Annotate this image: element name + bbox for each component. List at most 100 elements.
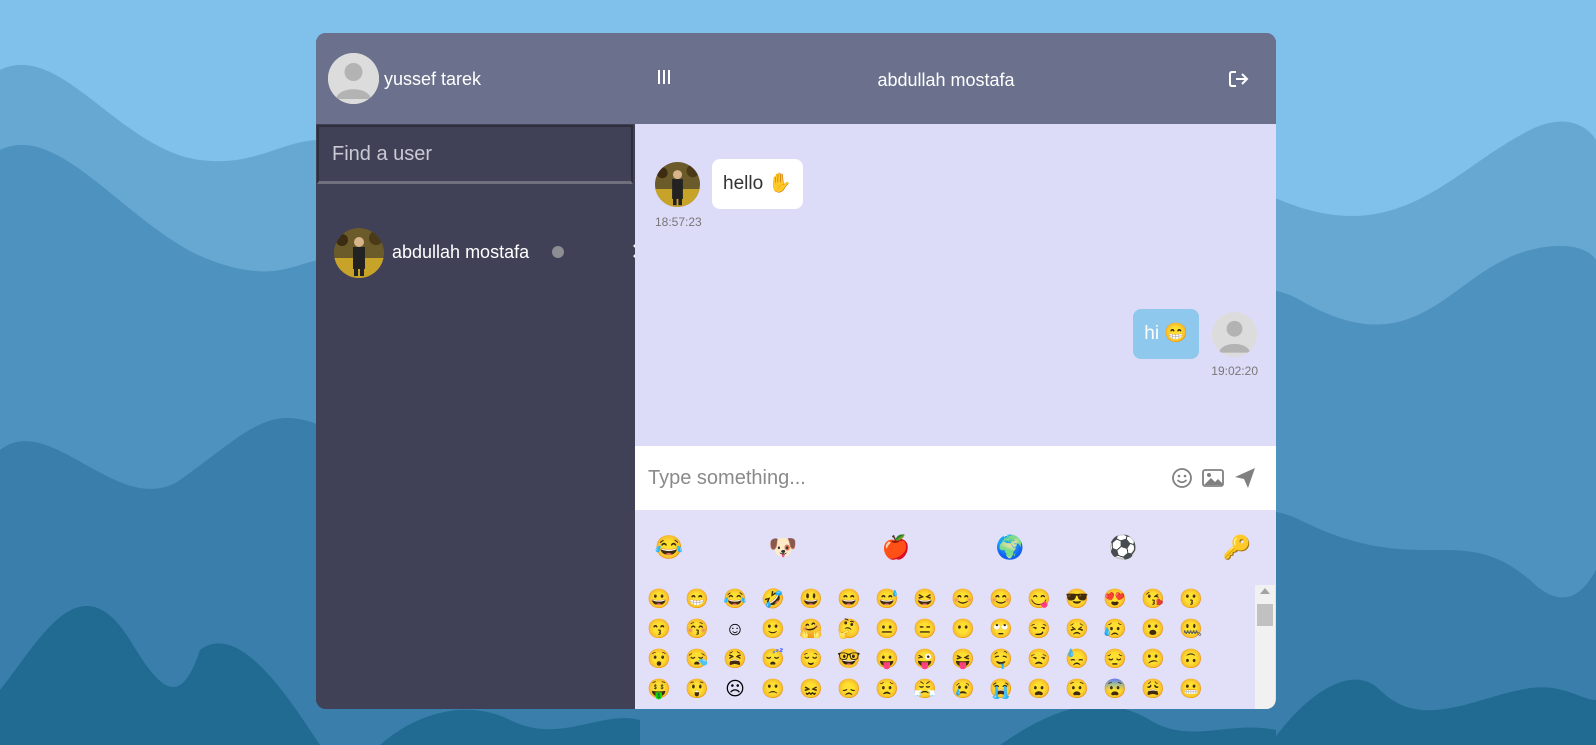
emoji-cell[interactable]: ☺ (716, 615, 754, 645)
emoji-cell[interactable]: 😖 (792, 675, 830, 705)
emoji-cell[interactable]: 😧 (1058, 675, 1096, 705)
emoji-cell[interactable]: 😦 (1020, 675, 1058, 705)
emoji-cell[interactable]: 😫 (716, 645, 754, 675)
emoji-row: 😀 😁 😂 🤣 😃 😄 😅 😆 😊 😊 😋 😎 😍 😘 😗 (640, 585, 1250, 615)
image-icon[interactable] (1201, 466, 1225, 490)
emoji-category-tab[interactable]: 🐶 (768, 532, 798, 562)
current-user-avatar[interactable] (328, 53, 379, 104)
message-timestamp: 19:02:20 (1211, 364, 1258, 378)
emoji-cell[interactable]: 🙂 (754, 615, 792, 645)
default-avatar-icon (328, 53, 379, 104)
emoji-cell[interactable]: 😮 (1134, 615, 1172, 645)
emoji-category-tab[interactable]: 🔑 (1222, 532, 1252, 562)
emoji-cell[interactable]: 😍 (1096, 585, 1134, 615)
emoji-cell[interactable]: 😣 (1058, 615, 1096, 645)
emoji-category-tab[interactable]: ⚽ (1108, 532, 1138, 562)
sender-avatar (655, 162, 700, 207)
emoji-scrollbar[interactable] (1255, 585, 1275, 709)
emoji-cell[interactable]: 😃 (792, 585, 830, 615)
emoji-cell[interactable]: 😶 (944, 615, 982, 645)
emoji-cell[interactable]: 😜 (906, 645, 944, 675)
emoji-icon[interactable] (1170, 466, 1194, 490)
emoji-category-tab[interactable]: 😂 (654, 532, 684, 562)
emoji-cell[interactable]: 😭 (982, 675, 1020, 705)
chat-app-window: yussef tarek abdullah mostafa Find a use… (316, 33, 1276, 709)
emoji-cell[interactable]: 😙 (640, 615, 678, 645)
emoji-cell[interactable]: 😤 (906, 675, 944, 705)
emoji-cell[interactable]: 😄 (830, 585, 868, 615)
emoji-cell[interactable]: 😨 (1096, 675, 1134, 705)
emoji-cell[interactable]: 😒 (1020, 645, 1058, 675)
emoji-cell[interactable]: 😋 (1020, 585, 1058, 615)
emoji-cell[interactable]: 😲 (678, 675, 716, 705)
emoji-cell[interactable]: 😊 (944, 585, 982, 615)
emoji-cell[interactable]: 🤤 (982, 645, 1020, 675)
emoji-picker: 😂 🐶 🍎 🌍 ⚽ 🔑 😀 😁 😂 🤣 😃 😄 😅 😆 😊 😊 😋 😎 😍 😘 😗 😙 😚 ☺ 🙂 🤗 🤔 😐 😑 😶 🙄 😏 😣 😥… (635, 510, 1276, 709)
emoji-cell[interactable]: 😯 (640, 645, 678, 675)
emoji-cell[interactable]: 😘 (1134, 585, 1172, 615)
emoji-cell[interactable]: 😩 (1134, 675, 1172, 705)
emoji-category-tab[interactable]: 🍎 (881, 532, 911, 562)
emoji-cell[interactable]: 🙁 (754, 675, 792, 705)
message-input[interactable] (635, 446, 1155, 510)
emoji-cell[interactable]: 😔 (1096, 645, 1134, 675)
emoji-cell[interactable]: 🤓 (830, 645, 868, 675)
emoji-cell[interactable]: 😁 (678, 585, 716, 615)
emoji-cell[interactable]: 😏 (1020, 615, 1058, 645)
emoji-cell[interactable]: 😗 (1172, 585, 1210, 615)
emoji-cell[interactable]: 🤔 (830, 615, 868, 645)
logout-icon[interactable] (1228, 69, 1250, 89)
own-avatar (1212, 312, 1257, 357)
emoji-cell[interactable]: 😊 (982, 585, 1020, 615)
emoji-row: 😙 😚 ☺ 🙂 🤗 🤔 😐 😑 😶 🙄 😏 😣 😥 😮 🤐 (640, 615, 1250, 645)
message-composer (635, 446, 1276, 510)
emoji-cell[interactable]: ☹ (716, 675, 754, 705)
emoji-cell[interactable]: 🙃 (1172, 645, 1210, 675)
emoji-cell[interactable]: 😥 (1096, 615, 1134, 645)
emoji-cell[interactable]: 😆 (906, 585, 944, 615)
emoji-cell[interactable]: 🙄 (982, 615, 1020, 645)
emoji-cell[interactable]: 🤐 (1172, 615, 1210, 645)
message-area: hello ✋ 18:57:23 hi 😁 19:02:20 (635, 124, 1276, 446)
emoji-cell[interactable]: 😓 (1058, 645, 1096, 675)
emoji-cell[interactable]: 😟 (868, 675, 906, 705)
emoji-cell[interactable]: 🤣 (754, 585, 792, 615)
sidebar: abdullah mostafa (316, 124, 647, 709)
emoji-cell[interactable]: 😪 (678, 645, 716, 675)
user-search-input[interactable] (319, 127, 631, 181)
menu-bars-icon[interactable] (657, 70, 671, 84)
emoji-cell[interactable]: 😀 (640, 585, 678, 615)
emoji-cell[interactable]: 😚 (678, 615, 716, 645)
chat-partner-name: abdullah mostafa (877, 70, 1015, 90)
emoji-cell[interactable]: 😛 (868, 645, 906, 675)
emoji-cell[interactable]: 😴 (754, 645, 792, 675)
emoji-cell[interactable]: 🤑 (640, 675, 678, 705)
emoji-category-tab[interactable]: 🌍 (995, 532, 1025, 562)
contact-item[interactable]: abdullah mostafa (334, 228, 647, 278)
app-header: yussef tarek abdullah mostafa (316, 33, 1276, 124)
scroll-up-arrow-icon[interactable] (1260, 588, 1270, 594)
send-icon[interactable] (1233, 466, 1257, 490)
contact-avatar (334, 228, 384, 278)
emoji-cell[interactable]: 😑 (906, 615, 944, 645)
emoji-cell[interactable]: 😂 (716, 585, 754, 615)
emoji-cell[interactable]: 🤗 (792, 615, 830, 645)
emoji-cell[interactable]: 😝 (944, 645, 982, 675)
emoji-cell[interactable]: 😕 (1134, 645, 1172, 675)
message-timestamp: 18:57:23 (655, 215, 702, 229)
outgoing-message-bubble: hi 😁 (1133, 309, 1199, 359)
emoji-row: 🤑 😲 ☹ 🙁 😖 😞 😟 😤 😢 😭 😦 😧 😨 😩 😬 (640, 675, 1250, 705)
emoji-cell[interactable]: 😌 (792, 645, 830, 675)
emoji-cell[interactable]: 😐 (868, 615, 906, 645)
emoji-grid: 😀 😁 😂 🤣 😃 😄 😅 😆 😊 😊 😋 😎 😍 😘 😗 😙 😚 ☺ 🙂 🤗 🤔 😐 😑 😶 🙄 😏 😣 😥 😮 🤐 😯 😪 😫 😴 😌 🤓 😛 😜 😝 🤤… (640, 585, 1250, 709)
emoji-cell[interactable]: 😢 (944, 675, 982, 705)
offline-status-dot (552, 246, 564, 258)
emoji-cell[interactable]: 😎 (1058, 585, 1096, 615)
emoji-cell[interactable]: 😞 (830, 675, 868, 705)
emoji-cell[interactable]: 😬 (1172, 675, 1210, 705)
emoji-cell[interactable]: 😅 (868, 585, 906, 615)
scroll-thumb[interactable] (1257, 604, 1273, 626)
user-search (317, 125, 633, 184)
current-user-name: yussef tarek (384, 69, 482, 89)
emoji-category-tabs: 😂 🐶 🍎 🌍 ⚽ 🔑 (635, 510, 1276, 580)
